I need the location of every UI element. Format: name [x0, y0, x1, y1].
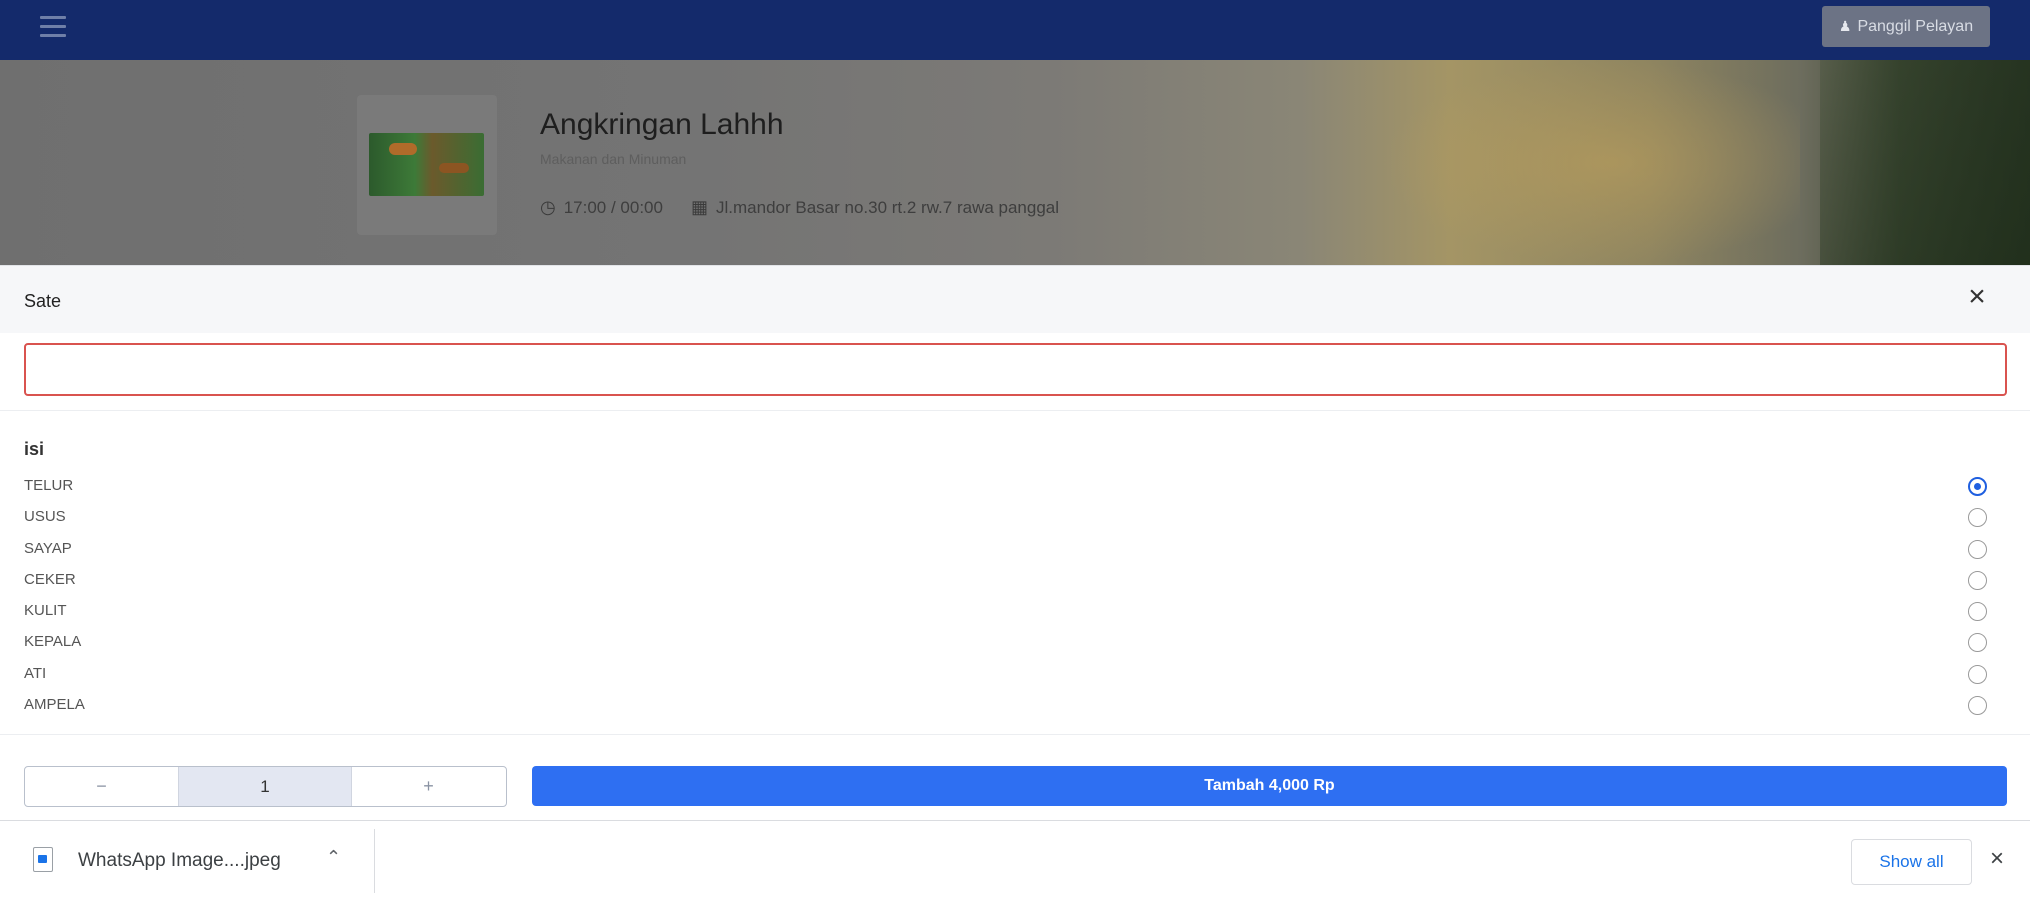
restaurant-subtitle: Makanan dan Minuman	[540, 151, 687, 167]
option-label: SAYAP	[24, 539, 72, 557]
restaurant-meta: ◷ 17:00 / 00:00 ▦ Jl.mandor Basar no.30 …	[540, 197, 1059, 218]
close-icon[interactable]: ×	[1990, 845, 2004, 873]
radio-button[interactable]	[1968, 664, 1987, 684]
option-label: AMPELA	[24, 696, 85, 714]
restaurant-banner: Angkringan Lahhh Makanan dan Minuman ◷ 1…	[0, 60, 2030, 265]
radio-button[interactable]	[1968, 696, 1987, 716]
radio-button[interactable]	[1968, 570, 1987, 590]
option-kulit[interactable]: KULIT	[0, 596, 2030, 627]
restaurant-address: Jl.mandor Basar no.30 rt.2 rw.7 rawa pan…	[716, 197, 1060, 217]
option-telur[interactable]: TELUR	[0, 471, 2030, 502]
user-icon: ♟	[1838, 18, 1852, 34]
divider	[0, 734, 2030, 735]
option-label: ATI	[24, 664, 47, 682]
radio-button[interactable]	[1968, 477, 1987, 496]
option-label: CEKER	[24, 570, 76, 588]
image-file-icon	[33, 847, 53, 872]
divider	[374, 829, 375, 893]
add-to-cart-button[interactable]: Tambah 4,000 Rp	[532, 766, 2007, 806]
modal-header: Sate ×	[0, 265, 2030, 333]
decrement-button[interactable]: −	[25, 767, 178, 806]
radio-button[interactable]	[1968, 508, 1987, 528]
radio-button[interactable]	[1968, 539, 1987, 559]
call-waiter-button[interactable]: ♟ Panggil Pelayan	[1822, 6, 1990, 47]
option-group-title: isi	[24, 439, 45, 459]
increment-button[interactable]: +	[352, 767, 505, 806]
divider	[0, 410, 2030, 411]
option-ati[interactable]: ATI	[0, 659, 2030, 690]
close-icon[interactable]: ×	[1962, 282, 1992, 312]
download-file-name[interactable]: WhatsApp Image....jpeg	[78, 850, 281, 872]
option-label: KULIT	[24, 602, 67, 620]
option-sayap[interactable]: SAYAP	[0, 534, 2030, 565]
option-label: TELUR	[24, 477, 74, 494]
restaurant-logo	[357, 95, 497, 235]
show-all-button[interactable]: Show all	[1851, 839, 1972, 885]
top-navbar: ♟ Panggil Pelayan	[0, 0, 2030, 60]
option-label: KEPALA	[24, 633, 82, 651]
call-waiter-label: Panggil Pelayan	[1857, 17, 1974, 35]
option-usus[interactable]: USUS	[0, 502, 2030, 533]
option-ampela[interactable]: AMPELA	[0, 690, 2030, 721]
hamburger-icon[interactable]	[40, 16, 66, 38]
banner-background-shade	[1820, 60, 2030, 265]
chevron-up-icon[interactable]: ⌃	[326, 847, 341, 868]
quantity-stepper: − 1 +	[24, 766, 507, 807]
option-ceker[interactable]: CEKER	[0, 565, 2030, 596]
option-label: USUS	[24, 508, 66, 526]
clock-icon: ◷	[540, 197, 556, 217]
option-kepala[interactable]: KEPALA	[0, 627, 2030, 658]
option-list: TELUR USUS SAYAP CEKER KULIT KEPALA ATI …	[0, 471, 2030, 721]
note-input[interactable]	[24, 343, 2007, 396]
map-icon: ▦	[690, 197, 708, 217]
banner-background	[1380, 60, 1800, 265]
modal-title: Sate	[24, 291, 62, 311]
radio-button[interactable]	[1968, 602, 1987, 622]
restaurant-name: Angkringan Lahhh	[540, 108, 784, 141]
quantity-value: 1	[178, 767, 352, 806]
download-bar: WhatsApp Image....jpeg ⌃ Show all ×	[0, 820, 2030, 900]
opening-hours: 17:00 / 00:00	[563, 197, 663, 217]
radio-button[interactable]	[1968, 633, 1987, 653]
